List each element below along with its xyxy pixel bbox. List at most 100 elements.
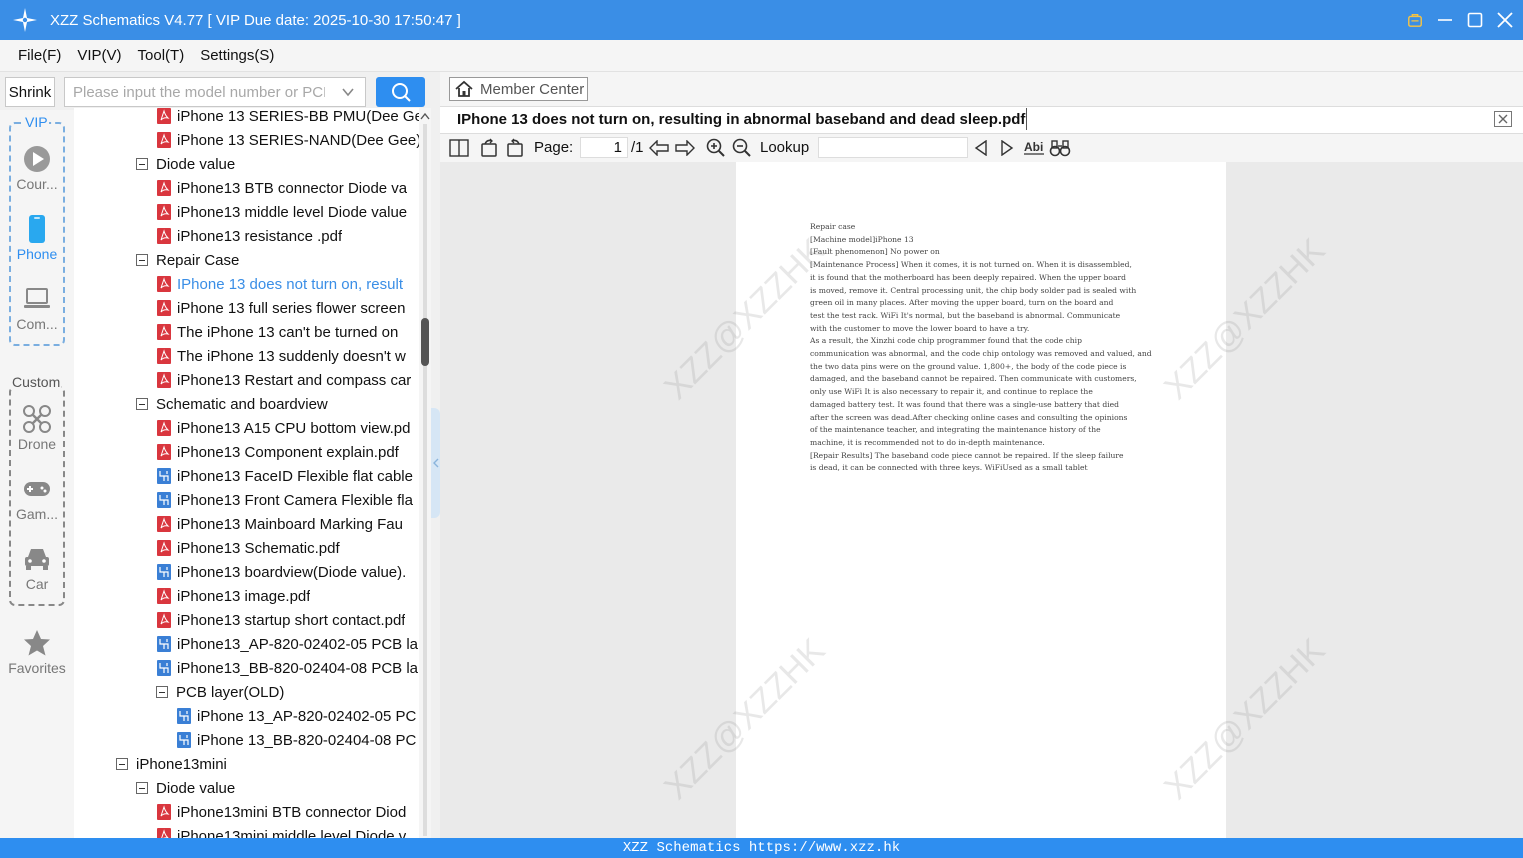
search-button[interactable]: [376, 77, 425, 107]
tree-file[interactable]: iPhone13 A15 CPU bottom view.pd: [74, 416, 419, 440]
collapse-panel-handle[interactable]: [431, 408, 440, 518]
tree-file[interactable]: The iPhone 13 can't be turned on: [74, 320, 419, 344]
maximize-button[interactable]: [1467, 12, 1483, 28]
tree-folder[interactable]: PCB layer(OLD): [74, 680, 419, 704]
tree-folder[interactable]: Diode value: [74, 152, 419, 176]
tree-file[interactable]: iPhone 13_AP-820-02402-05 PC: [74, 704, 419, 728]
category-game[interactable]: Gam...: [0, 474, 74, 522]
tree-file[interactable]: iPhone13mini BTB connector Diod: [74, 800, 419, 824]
pdf-text-line: damaged battery test. It was found that …: [810, 399, 1119, 409]
pdf-text-line: [Maintenance Process] When it comes, it …: [810, 260, 1132, 270]
category-courses[interactable]: Cour...: [0, 144, 74, 192]
collapse-toggle-icon[interactable]: [116, 758, 128, 770]
category-drone[interactable]: Drone: [0, 404, 74, 452]
shrink-button[interactable]: Shrink: [5, 77, 55, 107]
collapse-toggle-icon[interactable]: [136, 782, 148, 794]
tree-folder[interactable]: Diode value: [74, 776, 419, 800]
scrollbar-thumb[interactable]: [421, 318, 429, 366]
binoculars-icon[interactable]: [1049, 137, 1071, 159]
sidebar-toggle-icon[interactable]: [448, 137, 470, 159]
tree-folder[interactable]: iPhone13mini: [74, 752, 419, 776]
category-phone[interactable]: Phone: [0, 214, 74, 262]
tree-file[interactable]: The iPhone 13 suddenly doesn't w: [74, 344, 419, 368]
minimize-button[interactable]: [1437, 12, 1453, 28]
tree-file[interactable]: iPhone13 FaceID Flexible flat cable: [74, 464, 419, 488]
category-label: Favorites: [8, 660, 66, 676]
match-case-icon[interactable]: Abi: [1023, 137, 1045, 159]
collapse-toggle-icon[interactable]: [136, 398, 148, 410]
search-input[interactable]: [65, 83, 325, 101]
category-favorites[interactable]: Favorites: [0, 628, 74, 676]
pdf-file-icon: [157, 588, 171, 604]
tree-file[interactable]: iPhone13 Mainboard Marking Fau: [74, 512, 419, 536]
tree-file[interactable]: iPhone 13 SERIES-NAND(Dee Gee): [74, 128, 419, 152]
chevron-down-icon[interactable]: [341, 85, 355, 99]
pdf-file-icon: [157, 276, 171, 292]
zoom-in-icon[interactable]: [705, 137, 727, 159]
tree-item-label: The iPhone 13 can't be turned on: [177, 323, 399, 341]
tree-file[interactable]: iPhone13 middle level Diode value: [74, 200, 419, 224]
collapse-toggle-icon[interactable]: [136, 158, 148, 170]
tree-file[interactable]: iPhone13 image.pdf: [74, 584, 419, 608]
tree-file[interactable]: iPhone13 Front Camera Flexible fla: [74, 488, 419, 512]
pdf-text-line: As a result, the Xinzhi code chip progra…: [810, 336, 1082, 346]
model-search-combobox[interactable]: [64, 77, 366, 107]
home-icon: [455, 80, 473, 97]
tree-file[interactable]: iPhone 13_BB-820-02404-08 PC: [74, 728, 419, 752]
rotate-left-icon[interactable]: [478, 137, 500, 159]
scroll-up-icon[interactable]: [420, 112, 430, 120]
tree-file[interactable]: iPhone13_AP-820-02402-05 PCB la: [74, 632, 419, 656]
tree-folder[interactable]: Repair Case: [74, 248, 419, 272]
menu-settings[interactable]: Settings(S): [200, 47, 274, 64]
page-label: Page:: [534, 139, 574, 156]
document-tab[interactable]: IPhone 13 does not turn on, resulting in…: [457, 110, 1025, 130]
member-center-button[interactable]: Member Center: [449, 77, 588, 101]
tree-file[interactable]: iPhone13 BTB connector Diode va: [74, 176, 419, 200]
pdf-text-line: test the test rack. WiFi It's normal, bu…: [810, 310, 1121, 320]
collapse-toggle-icon[interactable]: [136, 254, 148, 266]
close-tab-button[interactable]: [1494, 111, 1512, 127]
tree-file[interactable]: iPhone 13 full series flower screen: [74, 296, 419, 320]
tree-file[interactable]: iPhone13 Restart and compass car: [74, 368, 419, 392]
find-next-icon[interactable]: [998, 137, 1016, 159]
collapse-toggle-icon[interactable]: [156, 686, 168, 698]
gamepad-icon: [24, 482, 50, 496]
zoom-out-icon[interactable]: [731, 137, 753, 159]
lookup-input[interactable]: [818, 137, 968, 158]
pcb-file-icon: [157, 492, 171, 508]
menu-file[interactable]: File(F): [18, 47, 61, 64]
find-prev-icon[interactable]: [972, 137, 990, 159]
menu-tool[interactable]: Tool(T): [138, 47, 185, 64]
tree-item-label: iPhone13mini: [136, 755, 227, 773]
pdf-file-icon: [157, 180, 171, 196]
panel-splitter[interactable]: [431, 108, 440, 838]
tree-file[interactable]: iPhone13 startup short contact.pdf: [74, 608, 419, 632]
tree-file[interactable]: IPhone 13 does not turn on, result: [74, 272, 419, 296]
tree-file[interactable]: iPhone13_BB-820-02404-08 PCB la: [74, 656, 419, 680]
tree-folder[interactable]: Schematic and boardview: [74, 392, 419, 416]
tree-file[interactable]: iPhone13 boardview(Diode value).: [74, 560, 419, 584]
tree-file[interactable]: iPhone 13 SERIES-BB PMU(Dee Gee: [74, 108, 419, 128]
pdf-file-icon: [157, 444, 171, 460]
tree-file[interactable]: iPhone13mini middle level Diode v: [74, 824, 419, 838]
prev-page-icon[interactable]: [648, 137, 670, 159]
vip-group-label: VIP: [24, 114, 49, 130]
vip-bag-icon[interactable]: [1407, 12, 1423, 28]
tree-file[interactable]: iPhone13 resistance .pdf: [74, 224, 419, 248]
tree-file[interactable]: iPhone13 Schematic.pdf: [74, 536, 419, 560]
close-button[interactable]: [1497, 12, 1513, 28]
category-car[interactable]: Car: [0, 544, 74, 592]
chevron-left-icon: [432, 458, 438, 468]
tree-item-label: Schematic and boardview: [156, 395, 328, 413]
page-total: /1: [631, 139, 644, 156]
menu-vip[interactable]: VIP(V): [77, 47, 121, 64]
next-page-icon[interactable]: [674, 137, 696, 159]
play-circle-icon: [24, 146, 50, 172]
category-label: Gam...: [15, 506, 58, 522]
page-number-input[interactable]: 1: [580, 137, 628, 158]
rotate-right-icon[interactable]: [504, 137, 526, 159]
category-computer[interactable]: Com...: [0, 284, 74, 332]
pdf-file-icon: [157, 828, 171, 838]
tree-file[interactable]: iPhone13 Component explain.pdf: [74, 440, 419, 464]
tree-scrollbar[interactable]: [419, 108, 431, 838]
